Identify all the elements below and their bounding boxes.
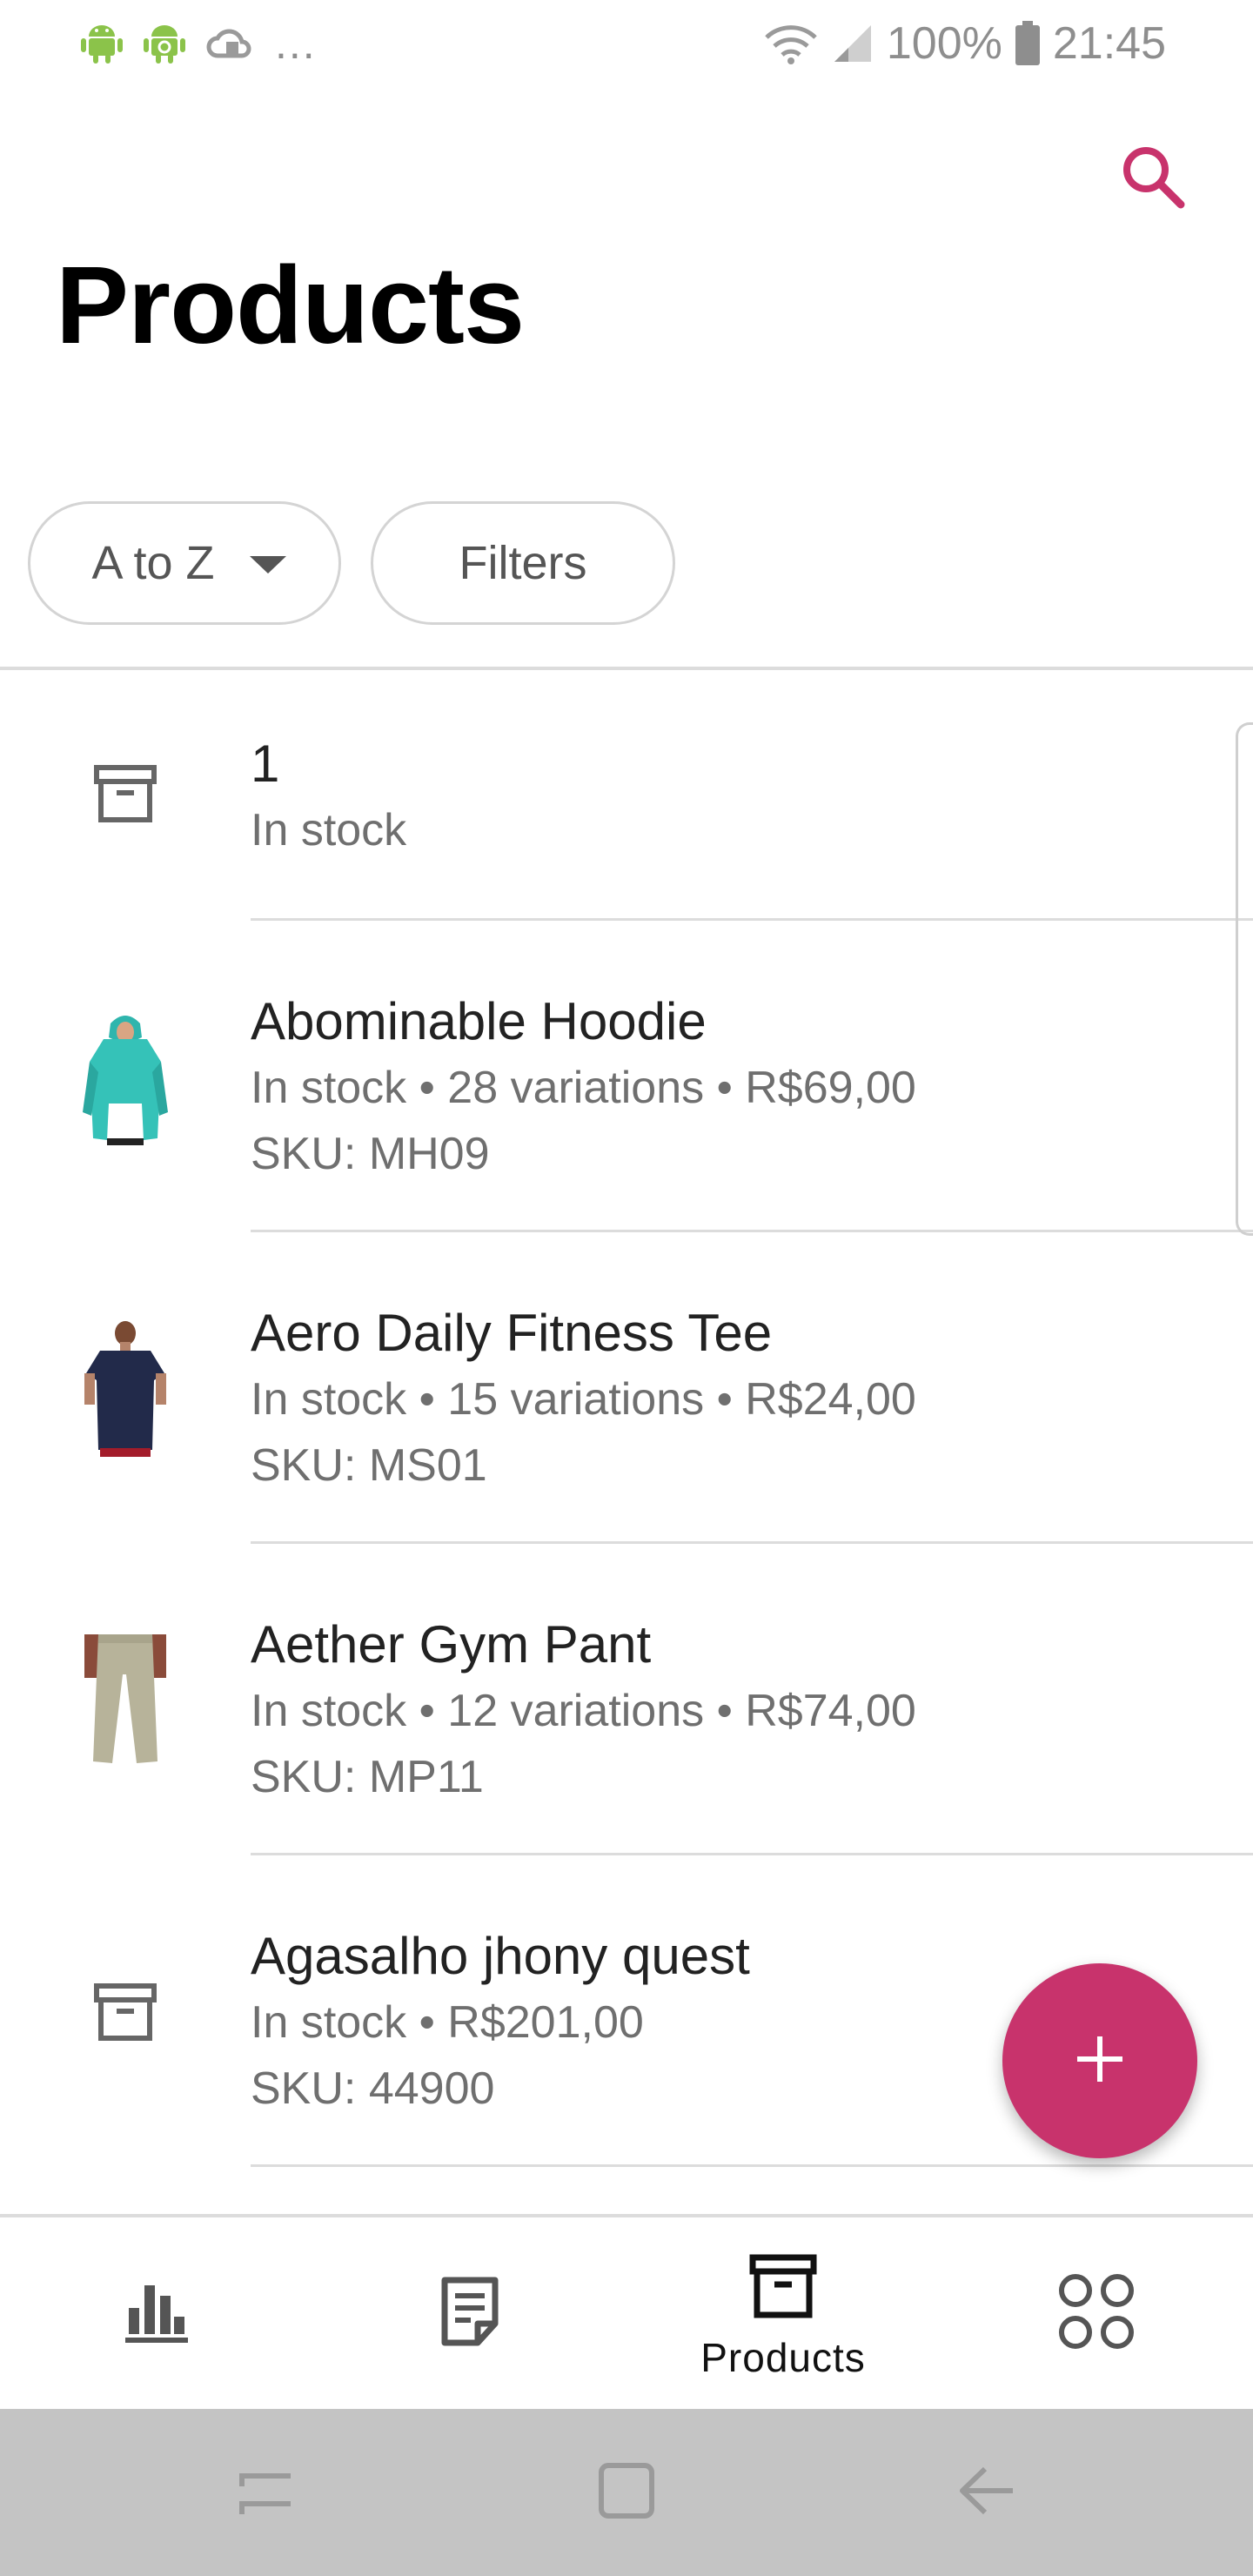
archive-icon: [73, 1942, 178, 2082]
product-texts: 1 In stock: [251, 731, 1149, 863]
product-meta: In stock • 28 variations • R$69,00: [251, 1063, 916, 1113]
bar-chart-icon: [124, 2278, 190, 2349]
nav-item-orders[interactable]: [313, 2217, 626, 2409]
recent-apps-icon: [237, 2460, 298, 2526]
status-system: 100% 21:45: [763, 17, 1166, 70]
product-sku: SKU: MS01: [251, 1440, 487, 1491]
products-screen: ... 100% 21:45 Products A to Z Filters 1…: [0, 0, 1253, 2576]
recent-apps-button[interactable]: [215, 2440, 319, 2545]
product-sku: SKU: MP11: [251, 1752, 484, 1802]
archive-icon: [73, 724, 178, 863]
cloud-sync-icon: [205, 21, 252, 67]
hoodie-photo: [73, 1008, 178, 1147]
add-product-button[interactable]: [1002, 1963, 1197, 2158]
product-name: Aether Gym Pant: [251, 1615, 652, 1674]
product-name: Abominable Hoodie: [251, 992, 707, 1050]
search-icon: [1118, 142, 1188, 216]
nav-item-stats[interactable]: [0, 2217, 313, 2409]
row-divider: [251, 2164, 1253, 2167]
product-meta: In stock • 12 variations • R$74,00: [251, 1686, 916, 1736]
tshirt-photo: [73, 1319, 178, 1459]
nav-item-products[interactable]: Products: [626, 2217, 940, 2409]
product-row[interactable]: Abominable Hoodie In stock • 28 variatio…: [0, 921, 1253, 1232]
status-bar: ... 100% 21:45: [0, 0, 1253, 87]
signal-icon: [831, 22, 874, 65]
product-meta: In stock • 15 variations • R$24,00: [251, 1374, 916, 1425]
product-sku: SKU: MH09: [251, 1129, 490, 1179]
sort-label: A to Z: [91, 537, 215, 589]
product-list: 1 In stock Abominable Hoodie In stock • …: [0, 670, 1253, 2167]
document-icon: [439, 2275, 500, 2352]
nav-item-more[interactable]: [940, 2217, 1253, 2409]
sort-filter-bar: A to Z Filters: [28, 501, 675, 625]
product-row[interactable]: 1 In stock: [0, 670, 1253, 921]
status-overflow: ...: [275, 19, 317, 68]
search-button[interactable]: [1114, 139, 1192, 218]
product-texts: Aero Daily Fitness Tee In stock • 15 var…: [251, 1300, 1149, 1499]
wifi-icon: [763, 22, 819, 65]
pants-photo: [73, 1631, 178, 1770]
product-row[interactable]: Aether Gym Pant In stock • 12 variations…: [0, 1544, 1253, 1855]
product-texts: Aether Gym Pant In stock • 12 variations…: [251, 1612, 1149, 1810]
sort-dropdown[interactable]: A to Z: [28, 501, 341, 625]
archive-icon: [748, 2253, 818, 2324]
bottom-navigation: Products: [0, 2214, 1253, 2409]
battery-icon: [1015, 21, 1041, 66]
filters-label: Filters: [459, 537, 587, 589]
back-button[interactable]: [934, 2440, 1038, 2545]
product-row[interactable]: Aero Daily Fitness Tee In stock • 15 var…: [0, 1232, 1253, 1544]
back-icon: [955, 2460, 1016, 2526]
scroll-indicator[interactable]: [1236, 722, 1253, 1236]
product-meta: In stock: [251, 805, 407, 855]
product-name: Agasalho jhony quest: [251, 1927, 750, 1985]
status-notifications: ...: [80, 18, 317, 69]
android-debug-icon: [143, 19, 186, 69]
chevron-down-icon: [249, 556, 286, 574]
grid-icon: [1056, 2271, 1136, 2356]
home-icon: [596, 2460, 657, 2526]
android-icon: [80, 19, 124, 69]
page-title: Products: [56, 244, 525, 366]
status-time: 21:45: [1052, 18, 1166, 69]
product-name: Aero Daily Fitness Tee: [251, 1304, 773, 1362]
filters-button[interactable]: Filters: [371, 501, 675, 625]
product-texts: Abominable Hoodie In stock • 28 variatio…: [251, 989, 1149, 1187]
home-button[interactable]: [574, 2440, 679, 2545]
nav-label-products: Products: [700, 2334, 866, 2380]
battery-percent: 100%: [886, 18, 1002, 69]
product-name: 1: [251, 735, 280, 793]
plus-icon: [1074, 2033, 1126, 2090]
system-navigation-bar: [0, 2409, 1253, 2576]
